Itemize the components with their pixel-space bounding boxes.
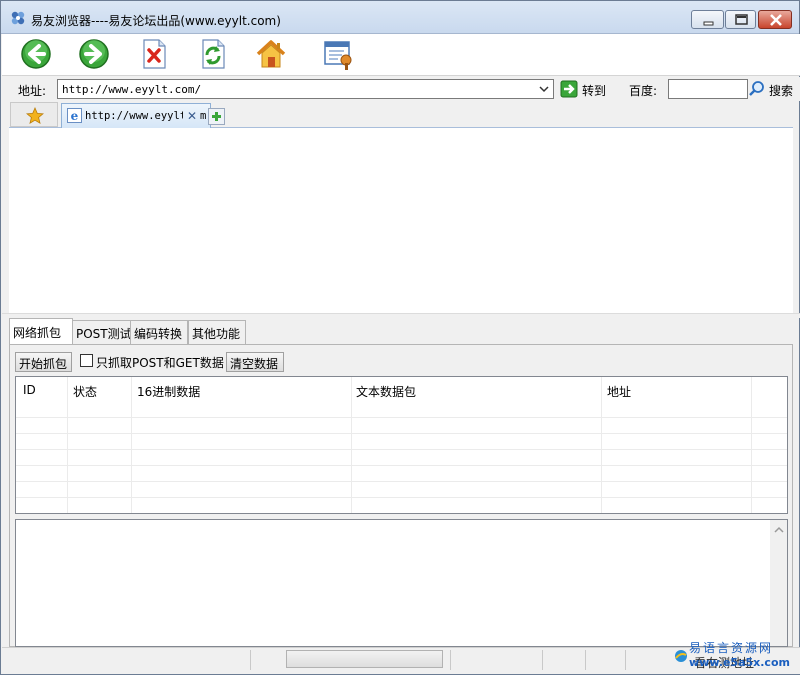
- watermark-line1: 易语言资源网: [689, 641, 774, 655]
- address-label: 地址:: [18, 84, 47, 98]
- stop-icon[interactable]: [137, 37, 171, 71]
- column-header-hex[interactable]: 16进制数据: [137, 383, 200, 400]
- tab-other[interactable]: 其他功能: [188, 320, 246, 344]
- baidu-label: 百度:: [629, 84, 658, 98]
- status-divider: [250, 650, 251, 670]
- column-header-id[interactable]: ID: [23, 383, 36, 397]
- settings-window-icon[interactable]: [322, 37, 356, 71]
- browser-tab-title-tail: m: [200, 110, 207, 122]
- column-divider: [351, 377, 352, 513]
- start-capture-button[interactable]: 开始抓包: [15, 352, 72, 372]
- row-divider: [16, 433, 787, 434]
- browser-tab-active[interactable]: e http://www.eyylt ✕ m: [61, 103, 211, 128]
- tab-encoding[interactable]: 编码转换: [130, 320, 188, 344]
- address-input[interactable]: http://www.eyylt.com/: [57, 79, 554, 99]
- svg-text:e: e: [71, 109, 79, 123]
- toolbar-separator: [314, 37, 315, 71]
- minimize-button[interactable]: [691, 10, 724, 29]
- favorites-tab[interactable]: [10, 102, 58, 127]
- maximize-button[interactable]: [725, 10, 756, 29]
- clear-data-button[interactable]: 清空数据: [226, 352, 284, 372]
- column-divider: [131, 377, 132, 513]
- back-icon[interactable]: [19, 37, 53, 71]
- browser-tab-title: http://www.eyylt: [85, 110, 183, 122]
- status-divider: [625, 650, 626, 670]
- title-bar: 易友浏览器----易友论坛出品(www.eyylt.com): [1, 1, 799, 34]
- vertical-scrollbar[interactable]: [770, 520, 787, 646]
- status-divider: [542, 650, 543, 670]
- packet-table[interactable]: ID 状态 16进制数据 文本数据包 地址: [15, 376, 788, 514]
- watermark-line2: www.e5a5x.com: [689, 656, 790, 669]
- toolbar: [2, 34, 800, 76]
- watermark: 易语言资源网 www.e5a5x.com: [673, 639, 799, 673]
- new-tab-button[interactable]: [208, 108, 225, 125]
- address-bar: 地址: http://www.eyylt.com/ 转到 百度: 搜索: [2, 77, 800, 101]
- post-get-filter-label[interactable]: 只抓取POST和GET数据: [96, 354, 224, 371]
- search-icon[interactable]: [748, 80, 766, 98]
- row-divider: [16, 481, 787, 482]
- column-divider: [601, 377, 602, 513]
- tab-close-icon[interactable]: ✕: [187, 109, 197, 123]
- column-header-text[interactable]: 文本数据包: [356, 383, 416, 400]
- maximize-icon: [735, 14, 748, 25]
- app-logo-icon: [11, 11, 25, 25]
- browser-window: 易友浏览器----易友论坛出品(www.eyylt.com) 地址: http:…: [0, 0, 800, 675]
- minimize-icon: [703, 21, 714, 26]
- function-tabs: 网络抓包 POST测试 编码转换 其他功能: [9, 318, 793, 345]
- plus-icon: [212, 112, 221, 121]
- window-title: 易友浏览器----易友论坛出品(www.eyylt.com): [31, 14, 281, 28]
- row-divider: [16, 497, 787, 498]
- packet-detail-textbox[interactable]: [15, 519, 788, 647]
- star-icon: [26, 107, 44, 125]
- watermark-logo-icon: [675, 650, 687, 662]
- close-button[interactable]: [758, 10, 792, 29]
- browser-tab-strip: e http://www.eyylt ✕ m: [9, 101, 793, 128]
- close-icon: [770, 14, 782, 26]
- progress-bar: [286, 650, 443, 668]
- refresh-icon[interactable]: [196, 37, 230, 71]
- baidu-search-input[interactable]: [668, 79, 748, 99]
- tab-capture[interactable]: 网络抓包: [9, 318, 73, 345]
- ie-page-icon: e: [67, 108, 82, 123]
- forward-icon[interactable]: [77, 37, 111, 71]
- go-button[interactable]: 转到: [582, 82, 606, 99]
- column-header-status[interactable]: 状态: [73, 383, 97, 400]
- column-header-address[interactable]: 地址: [607, 383, 631, 400]
- status-divider: [450, 650, 451, 670]
- post-get-filter-checkbox[interactable]: [80, 354, 93, 367]
- column-divider: [751, 377, 752, 513]
- search-button[interactable]: 搜索: [769, 82, 793, 99]
- row-divider: [16, 465, 787, 466]
- capture-panel: 开始抓包 只抓取POST和GET数据 清空数据 ID 状态 16进制数据 文本数…: [9, 344, 793, 647]
- home-icon[interactable]: [254, 37, 288, 71]
- chevron-down-icon[interactable]: [535, 80, 553, 98]
- row-divider: [16, 417, 787, 418]
- chevron-up-icon[interactable]: [774, 526, 784, 534]
- go-arrow-icon[interactable]: [560, 80, 578, 98]
- web-content-area[interactable]: [9, 128, 793, 313]
- tab-post-test[interactable]: POST测试: [72, 320, 135, 344]
- status-divider: [585, 650, 586, 670]
- column-divider: [67, 377, 68, 513]
- row-divider: [16, 449, 787, 450]
